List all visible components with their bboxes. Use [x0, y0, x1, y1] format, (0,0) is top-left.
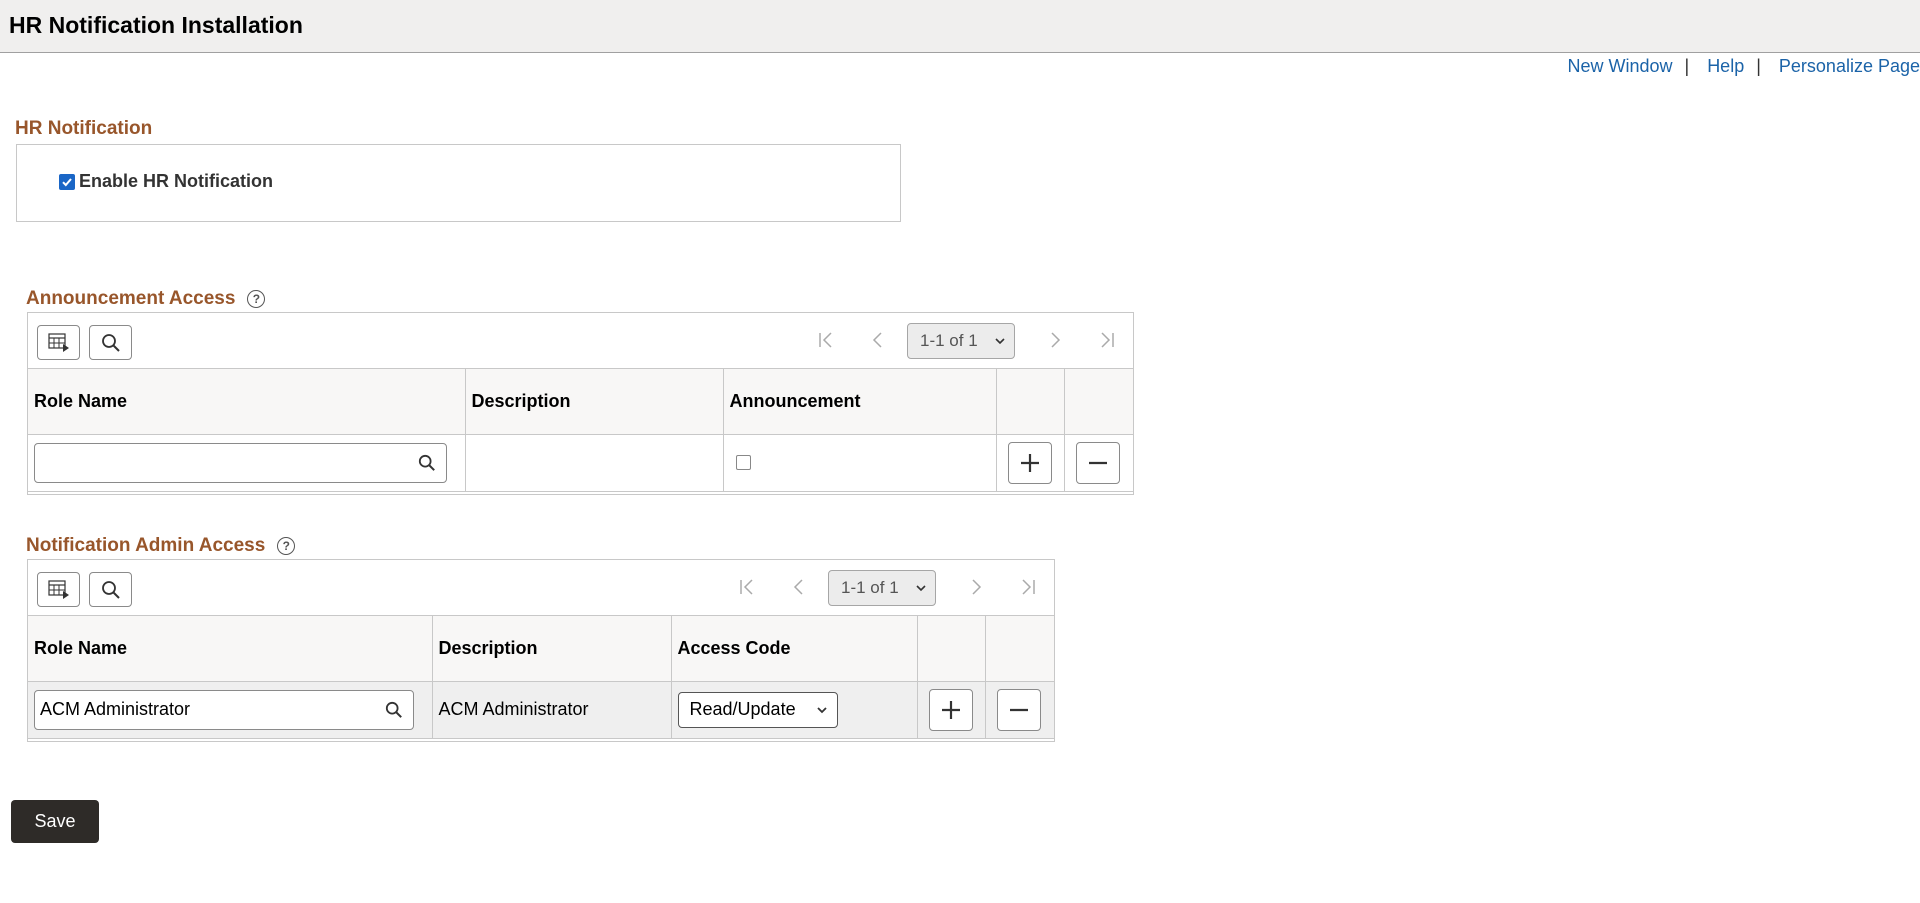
description-cell: ACM Administrator — [432, 681, 672, 738]
column-header-announcement: Announcement — [723, 369, 997, 435]
notification-admin-access-title: Notification Admin Access ? — [26, 535, 296, 557]
delete-row-cell — [985, 681, 1054, 738]
role-name-input[interactable] — [34, 442, 447, 483]
grid-settings-icon — [47, 579, 69, 599]
announcement-access-title-text: Announcement Access — [26, 288, 236, 309]
enable-hr-notification-row: Enable HR Notification — [59, 171, 273, 192]
column-header-add — [996, 369, 1065, 435]
hr-notification-title-text: HR Notification — [15, 118, 153, 139]
help-icon[interactable]: ? — [277, 537, 296, 555]
delete-row-button[interactable] — [996, 688, 1041, 731]
grid-toolbar: 1-1 of 1 — [28, 560, 1054, 616]
pager-text: 1-1 of 1 — [841, 578, 899, 597]
table-row — [28, 434, 1133, 491]
delete-row-cell — [1064, 434, 1133, 491]
grid-toolbar: 1-1 of 1 — [28, 313, 1133, 369]
delete-row-button[interactable] — [1075, 441, 1120, 484]
enable-hr-notification-checkbox[interactable] — [59, 173, 75, 190]
add-row-cell — [996, 434, 1065, 491]
announcement-cell — [723, 434, 997, 491]
search-icon — [101, 333, 120, 352]
role-name-cell: ACM Administrator — [28, 681, 433, 738]
page-header: HR Notification Installation — [0, 0, 1920, 53]
link-separator: | — [1756, 55, 1761, 76]
grid-settings-icon — [47, 332, 69, 352]
pager-select[interactable]: 1-1 of 1 — [828, 570, 936, 606]
minus-icon — [1009, 708, 1028, 711]
help-link[interactable]: Help — [1707, 56, 1744, 77]
announcement-access-grid: 1-1 of 1 Role Name Description Announcem… — [27, 312, 1134, 495]
link-separator: | — [1684, 55, 1690, 76]
previous-page-icon[interactable] — [867, 328, 889, 352]
grid-bottom-border — [28, 738, 1054, 741]
role-name-cell — [28, 434, 466, 491]
personalize-grid-button[interactable] — [37, 572, 80, 607]
role-name-input[interactable]: ACM Administrator — [34, 689, 414, 730]
table-header-row: Role Name Description Announcement — [28, 369, 1133, 435]
previous-page-icon[interactable] — [788, 575, 810, 599]
grid-bottom-border — [28, 491, 1133, 494]
column-header-add — [917, 616, 986, 682]
role-name-value: ACM Administrator — [40, 699, 191, 720]
first-page-icon[interactable] — [815, 328, 837, 352]
plus-icon — [941, 700, 960, 719]
first-page-icon[interactable] — [736, 575, 758, 599]
add-row-button[interactable] — [1007, 441, 1052, 484]
find-button[interactable] — [89, 325, 132, 360]
column-header-role-name: Role Name — [28, 616, 433, 682]
notification-admin-access-title-text: Notification Admin Access — [26, 535, 266, 556]
add-row-button[interactable] — [928, 688, 973, 731]
column-header-delete — [985, 616, 1054, 682]
enable-hr-notification-label: Enable HR Notification — [79, 171, 274, 191]
save-button[interactable]: Save — [11, 800, 99, 843]
chevron-down-icon — [995, 338, 1005, 345]
new-window-link[interactable]: New Window — [1567, 56, 1672, 77]
column-header-delete — [1064, 369, 1133, 435]
announcement-access-title: Announcement Access ? — [26, 288, 266, 310]
next-page-icon[interactable] — [965, 575, 987, 599]
minus-icon — [1088, 461, 1107, 464]
last-page-icon[interactable] — [1017, 575, 1039, 599]
find-button[interactable] — [89, 572, 132, 607]
pager-text: 1-1 of 1 — [920, 331, 978, 350]
next-page-icon[interactable] — [1044, 328, 1066, 352]
add-row-cell — [917, 681, 986, 738]
chevron-down-icon — [816, 707, 827, 714]
hr-notification-box: Enable HR Notification — [16, 144, 901, 222]
access-code-cell: Read/Update — [671, 681, 918, 738]
table-header-row: Role Name Description Access Code — [28, 616, 1054, 682]
personalize-grid-button[interactable] — [37, 325, 80, 360]
hr-notification-title: HR Notification — [15, 118, 152, 140]
check-icon — [62, 177, 72, 186]
lookup-search-icon[interactable] — [418, 454, 436, 472]
top-links: New Window | Help | Personalize Page — [1567, 55, 1920, 77]
announcement-access-table: Role Name Description Announcement — [28, 369, 1133, 491]
page-title: HR Notification Installation — [9, 12, 303, 38]
last-page-icon[interactable] — [1096, 328, 1118, 352]
column-header-access-code: Access Code — [671, 616, 918, 682]
column-header-description: Description — [465, 369, 724, 435]
help-icon[interactable]: ? — [247, 290, 266, 308]
notification-admin-access-table: Role Name Description Access Code ACM Ad… — [28, 616, 1054, 738]
column-header-role-name: Role Name — [28, 369, 466, 435]
table-row: ACM Administrator ACM Administrator Read… — [28, 681, 1054, 738]
pager-select[interactable]: 1-1 of 1 — [907, 323, 1015, 359]
notification-admin-access-grid: 1-1 of 1 Role Name Description Access Co… — [27, 559, 1055, 742]
plus-icon — [1020, 453, 1039, 472]
announcement-checkbox[interactable] — [735, 455, 751, 471]
chevron-down-icon — [916, 585, 926, 592]
search-icon — [101, 580, 120, 599]
description-cell — [465, 434, 724, 491]
lookup-search-icon[interactable] — [385, 701, 403, 719]
personalize-page-link[interactable]: Personalize Page — [1779, 56, 1920, 77]
access-code-value: Read/Update — [689, 699, 796, 720]
column-header-description: Description — [432, 616, 672, 682]
access-code-select[interactable]: Read/Update — [677, 691, 838, 728]
